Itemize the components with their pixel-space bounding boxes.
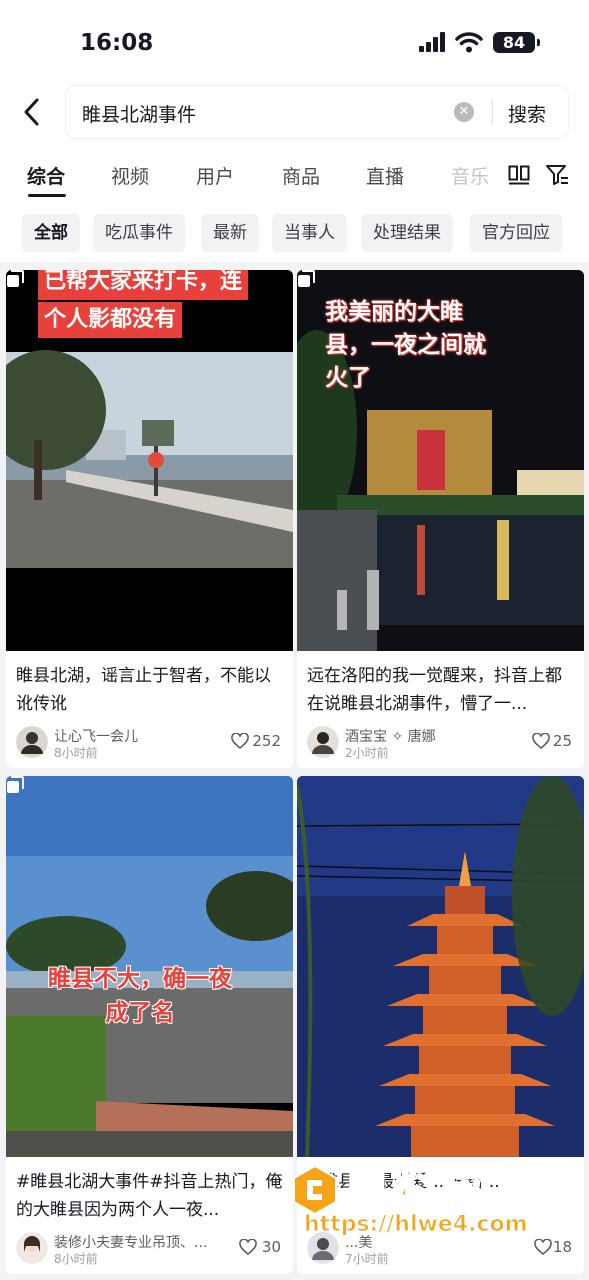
overlay-line-2: 县，一夜之间就 xyxy=(325,332,486,358)
post-time: 8小时前 xyxy=(54,1252,98,1266)
watermark-url: https://hlwe4.com xyxy=(304,1212,529,1238)
card-caption: 远在洛阳的我一觉醒来，抖音上都在说睢县北湖事件，懵了一... xyxy=(307,666,562,714)
wifi-icon xyxy=(455,32,483,53)
chip-all[interactable]: 全部 xyxy=(22,214,80,252)
like-count: 252 xyxy=(252,732,281,750)
signal-icon xyxy=(419,32,447,52)
avatar[interactable] xyxy=(16,726,48,758)
clear-icon[interactable]: ✕ xyxy=(454,102,474,122)
card-caption: #睢县北湖大事件#抖音上热门，俺的大睢县因为两个人一夜... xyxy=(16,1172,283,1220)
card-caption: 睢县北湖，谣言止于智者，不能以讹传讹 xyxy=(16,666,271,714)
status-time: 16:08 xyxy=(80,30,154,56)
search-bar[interactable]: 睢县北湖事件 ✕ 搜索 xyxy=(66,86,568,138)
active-tab-indicator xyxy=(28,194,66,197)
chip-parties[interactable]: 当事人 xyxy=(272,214,347,252)
avatar[interactable] xyxy=(16,1232,48,1264)
search-divider xyxy=(492,100,493,124)
multi-image-icon xyxy=(7,776,24,793)
tab-users[interactable]: 用户 xyxy=(196,162,234,189)
overlay-line-2: 个人影都没有 xyxy=(38,302,183,338)
search-button[interactable]: 搜索 xyxy=(508,100,546,127)
author-name[interactable]: 酒宝宝 ✧ 唐娜 xyxy=(345,726,436,746)
tab-live[interactable]: 直播 xyxy=(366,162,404,189)
site-watermark: 黑料网 https://hlwe4.com xyxy=(292,1160,562,1244)
card-thumbnail[interactable] xyxy=(297,776,584,1157)
card-thumbnail[interactable]: 我美丽的大睢 县，一夜之间就 火了 xyxy=(297,270,584,651)
chip-official[interactable]: 官方回应 xyxy=(470,214,562,252)
avatar[interactable] xyxy=(307,726,339,758)
like-count: 30 xyxy=(261,1238,281,1256)
overlay-line-2: 成了名 xyxy=(105,1000,175,1026)
author-name[interactable]: 让心飞一会儿 xyxy=(54,726,138,746)
tab-video[interactable]: 视频 xyxy=(111,162,149,189)
double-column-icon[interactable] xyxy=(508,165,530,185)
heart-icon[interactable] xyxy=(532,733,550,750)
tab-music[interactable]: 音乐 xyxy=(451,162,489,189)
tab-comprehensive[interactable]: 综合 xyxy=(27,162,65,189)
chip-result[interactable]: 处理结果 xyxy=(361,214,453,252)
pagoda-night-photo xyxy=(297,776,584,1157)
overlay-line-1: 我美丽的大睢 xyxy=(325,299,463,325)
watermark-logo-icon xyxy=(293,1164,337,1216)
result-card-3[interactable]: 睢县不大，确一夜 成了名 #睢县北湖大事件#抖音上热门，俺的大睢县因为两个人一夜… xyxy=(6,776,293,1274)
heart-icon[interactable] xyxy=(231,733,249,750)
multi-image-icon xyxy=(298,270,315,287)
back-arrow-icon[interactable] xyxy=(20,96,44,128)
post-time: 7小时前 xyxy=(345,1252,389,1266)
tab-products[interactable]: 商品 xyxy=(282,162,320,189)
like-count: 25 xyxy=(552,732,572,750)
post-time: 8小时前 xyxy=(54,746,98,760)
heart-icon[interactable] xyxy=(239,1239,257,1256)
post-time: 2小时前 xyxy=(345,746,389,760)
result-card-1[interactable]: 已帮大家来打卡，连 个人影都没有 睢县北湖，谣言止于智者，不能以讹传讹 让心飞一… xyxy=(6,270,293,768)
author-name[interactable]: 装修小夫妻专业吊顶、... xyxy=(54,1232,207,1252)
chip-latest[interactable]: 最新 xyxy=(201,214,259,252)
overlay-line-3: 火了 xyxy=(325,365,371,391)
overlay-line-1: 已帮大家来打卡，连 xyxy=(38,270,249,300)
multi-image-icon xyxy=(7,270,24,287)
overlay-line-1: 睢县不大，确一夜 xyxy=(48,966,232,992)
battery-indicator: 84 xyxy=(493,32,540,53)
search-input[interactable]: 睢县北湖事件 xyxy=(82,100,196,127)
card-thumbnail[interactable]: 已帮大家来打卡，连 个人影都没有 xyxy=(6,270,293,651)
result-card-2[interactable]: 我美丽的大睢 县，一夜之间就 火了 远在洛阳的我一觉醒来，抖音上都在说睢县北湖事… xyxy=(297,270,584,768)
filter-icon[interactable] xyxy=(545,163,569,187)
card-thumbnail[interactable]: 睢县不大，确一夜 成了名 xyxy=(6,776,293,1157)
chip-gossip[interactable]: 吃瓜事件 xyxy=(93,214,185,252)
status-bar: 16:08 84 xyxy=(0,0,589,80)
